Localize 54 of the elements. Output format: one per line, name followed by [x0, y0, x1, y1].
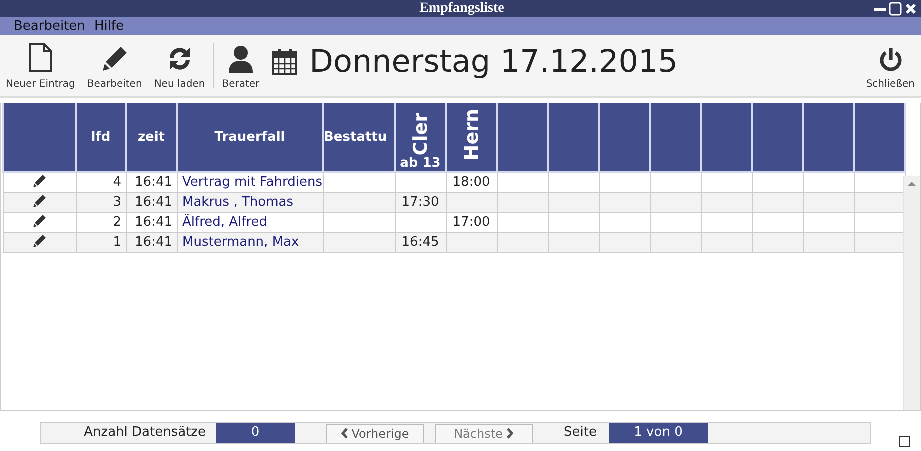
record-count: 0 [216, 422, 295, 442]
edit-button[interactable]: Bearbeiten [81, 35, 148, 96]
scroll-up-icon[interactable] [907, 180, 917, 188]
power-icon [878, 47, 904, 73]
pencil-icon[interactable] [32, 234, 46, 248]
table-cell: 3 [76, 192, 126, 212]
pencil-icon [100, 45, 129, 73]
column-header[interactable]: Cler ab 13 [395, 103, 446, 172]
pencil-icon[interactable] [32, 214, 46, 228]
column-header-blank[interactable] [701, 103, 752, 172]
person-icon [228, 45, 254, 73]
new-entry-button[interactable]: Neuer Eintrag [0, 35, 82, 96]
column-header[interactable]: zeit [126, 103, 177, 172]
chevron-left-icon [340, 428, 349, 439]
column-header-blank[interactable] [3, 103, 76, 172]
column-header[interactable]: lfd [76, 103, 126, 172]
column-header-blank[interactable] [803, 103, 854, 172]
pencil-icon[interactable] [32, 194, 46, 208]
reload-button[interactable]: Neu laden [148, 35, 212, 96]
table-cell: 1 [76, 232, 126, 252]
date-heading: Donnerstag 17.12.2015 [310, 44, 678, 80]
column-header[interactable]: Trauerfall [177, 103, 324, 172]
menu-item[interactable]: Hilfe [94, 18, 124, 34]
record-count-label: Anzahl Datensätze [83, 425, 207, 440]
column-header-blank[interactable] [854, 103, 906, 172]
table-cell: 16:45 [395, 232, 446, 252]
column-header-blank[interactable] [599, 103, 650, 172]
column-header[interactable]: Bestattu [323, 103, 396, 172]
table-cell: 16:41 [126, 232, 177, 252]
close-button[interactable]: Schließen [860, 35, 921, 96]
column-header-blank[interactable] [548, 103, 600, 172]
window-title: Empfangsliste [418, 0, 506, 16]
table-cell: 16:41 [126, 192, 177, 212]
menu-item[interactable]: Bearbeiten [14, 18, 86, 34]
column-header-blank[interactable] [752, 103, 804, 172]
column-header-blank[interactable] [650, 103, 702, 172]
pencil-icon[interactable] [32, 174, 46, 188]
page-indicator: 1 von 0 [609, 422, 708, 442]
close-icon[interactable] [905, 2, 917, 16]
advisor-button[interactable]: Berater [216, 35, 266, 96]
document-icon [28, 43, 53, 73]
table-cell: Mustermann, Max [177, 232, 324, 252]
scrollbar[interactable] [903, 176, 920, 410]
table-cell: 17:30 [395, 192, 446, 212]
column-header[interactable]: Hern [446, 103, 498, 172]
previous-button[interactable]: Vorherige [326, 424, 424, 442]
calendar-icon [272, 48, 298, 76]
resize-checkbox[interactable] [899, 436, 910, 447]
column-header-blank[interactable] [497, 103, 548, 172]
maximize-icon[interactable] [889, 2, 902, 16]
table-cell: Makrus , Thomas [177, 192, 324, 212]
chevron-right-icon [506, 428, 514, 439]
next-button[interactable]: Nächste [435, 424, 533, 442]
page-label: Seite [563, 425, 598, 440]
